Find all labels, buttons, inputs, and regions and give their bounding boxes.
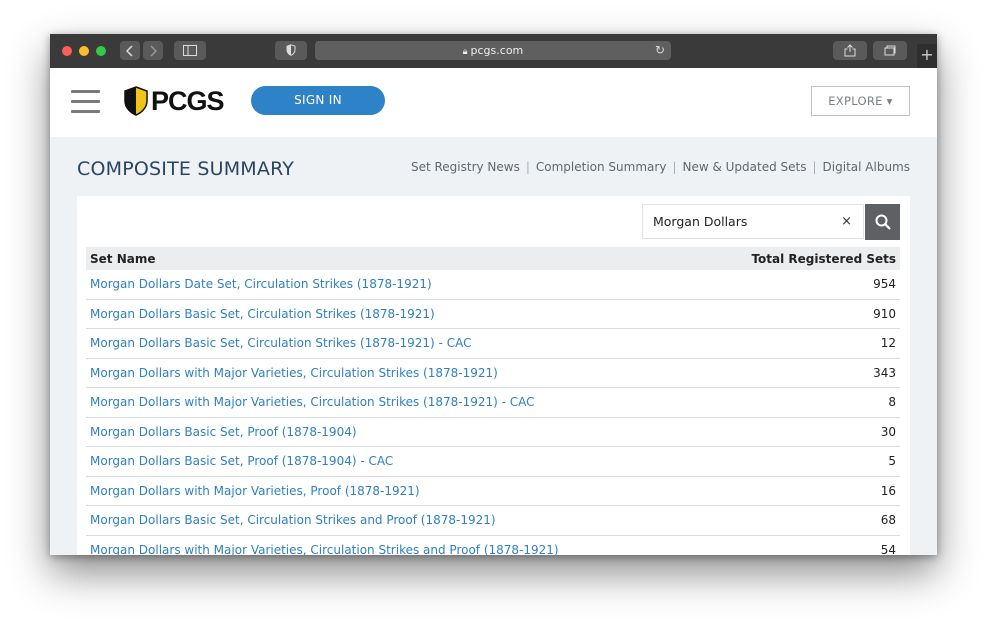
results-panel: × Set Name Total Registered Sets Morgan …: [77, 196, 910, 555]
set-count: 54: [880, 542, 896, 556]
set-name-link[interactable]: Morgan Dollars Basic Set, Circulation St…: [90, 336, 471, 350]
browser-window: 🔒︎ pcgs.com ↻ + PCGS SIGN IN EXPLORE ▾ CO…: [50, 34, 937, 555]
lock-icon: 🔒︎: [462, 47, 468, 57]
search-field[interactable]: ×: [642, 204, 864, 239]
search-button[interactable]: [865, 204, 900, 240]
sidebar-icon: [183, 45, 197, 56]
registry-nav: Set Registry News | Completion Summary | New…: [411, 160, 910, 174]
sidebar-button[interactable]: [174, 41, 206, 60]
table-row: Morgan Dollars Basic Set, Circulation St…: [86, 506, 900, 536]
sets-table: Set Name Total Registered Sets Morgan Do…: [86, 247, 900, 555]
table-row: Morgan Dollars with Major Varieties, Cir…: [86, 536, 900, 556]
nav-link-new-updated-sets[interactable]: New & Updated Sets: [682, 160, 806, 174]
table-row: Morgan Dollars Basic Set, Circulation St…: [86, 300, 900, 329]
hamburger-menu-icon[interactable]: [71, 90, 100, 114]
set-count: 12: [880, 336, 896, 350]
table-row: Morgan Dollars with Major Varieties, Cir…: [86, 388, 900, 418]
clear-search-icon[interactable]: ×: [841, 214, 852, 229]
set-name-link[interactable]: Morgan Dollars Basic Set, Proof (1878-19…: [90, 454, 393, 468]
column-header-set-name[interactable]: Set Name: [90, 252, 155, 266]
minimize-window-button[interactable]: [79, 46, 89, 56]
set-count: 68: [880, 513, 896, 527]
nav-separator: |: [812, 160, 817, 174]
shield-icon: [286, 44, 296, 56]
set-count: 954: [873, 277, 896, 291]
chevron-right-icon: [150, 45, 158, 57]
privacy-shield-button[interactable]: [275, 41, 307, 60]
sign-in-button[interactable]: SIGN IN: [251, 86, 385, 115]
set-name-link[interactable]: Morgan Dollars Basic Set, Circulation St…: [90, 513, 496, 527]
search-input[interactable]: [653, 205, 833, 238]
share-icon: [844, 44, 856, 57]
set-count: 16: [880, 483, 896, 498]
explore-dropdown[interactable]: EXPLORE ▾: [811, 86, 910, 116]
set-name-link[interactable]: Morgan Dollars with Major Varieties, Cir…: [90, 366, 498, 380]
table-row: Morgan Dollars Basic Set, Circulation St…: [86, 329, 900, 359]
chevron-left-icon: [125, 45, 133, 57]
column-header-total-registered-sets[interactable]: Total Registered Sets: [751, 252, 896, 266]
set-count: 8: [888, 395, 896, 409]
set-name-link[interactable]: Morgan Dollars Basic Set, Circulation St…: [90, 307, 435, 321]
nav-link-completion-summary[interactable]: Completion Summary: [536, 160, 667, 174]
site-header: PCGS SIGN IN EXPLORE ▾: [50, 68, 937, 137]
set-count: 30: [880, 424, 896, 439]
address-bar[interactable]: 🔒︎ pcgs.com ↻: [315, 41, 671, 60]
page-title: COMPOSITE SUMMARY: [77, 158, 295, 180]
set-name-link[interactable]: Morgan Dollars with Major Varieties, Cir…: [90, 543, 559, 556]
url-text: pcgs.com: [470, 44, 524, 57]
browser-toolbar: 🔒︎ pcgs.com ↻ +: [50, 34, 937, 69]
share-button[interactable]: [833, 41, 867, 60]
new-tab-button[interactable]: +: [917, 44, 937, 68]
close-window-button[interactable]: [62, 46, 72, 56]
back-button[interactable]: [120, 41, 140, 60]
pcgs-shield-icon: [124, 86, 148, 116]
set-count: 910: [873, 306, 896, 321]
table-row: Morgan Dollars Basic Set, Proof (1878-19…: [86, 418, 900, 447]
nav-separator: |: [525, 160, 530, 174]
nav-separator: |: [672, 160, 677, 174]
logo-wordmark: PCGS: [151, 86, 225, 116]
set-name-link[interactable]: Morgan Dollars with Major Varieties, Pro…: [90, 484, 420, 498]
maximize-window-button[interactable]: [96, 46, 106, 56]
pcgs-logo[interactable]: PCGS: [124, 84, 225, 118]
set-name-link[interactable]: Morgan Dollars with Major Varieties, Cir…: [90, 395, 535, 409]
tabs-overview-button[interactable]: [873, 41, 907, 60]
set-count: 5: [888, 454, 896, 468]
set-count: 343: [873, 365, 896, 380]
table-header: Set Name Total Registered Sets: [86, 247, 900, 270]
nav-link-set-registry-news[interactable]: Set Registry News: [411, 160, 520, 174]
table-row: Morgan Dollars with Major Varieties, Cir…: [86, 359, 900, 388]
tabs-icon: [884, 45, 896, 56]
search-icon: [875, 214, 891, 230]
table-row: Morgan Dollars Date Set, Circulation Str…: [86, 270, 900, 300]
nav-link-digital-albums[interactable]: Digital Albums: [823, 160, 910, 174]
table-row: Morgan Dollars Basic Set, Proof (1878-19…: [86, 447, 900, 477]
table-row: Morgan Dollars with Major Varieties, Pro…: [86, 477, 900, 506]
set-name-link[interactable]: Morgan Dollars Date Set, Circulation Str…: [90, 277, 432, 291]
reload-icon[interactable]: ↻: [655, 41, 665, 60]
set-name-link[interactable]: Morgan Dollars Basic Set, Proof (1878-19…: [90, 425, 357, 439]
forward-button[interactable]: [143, 41, 163, 60]
